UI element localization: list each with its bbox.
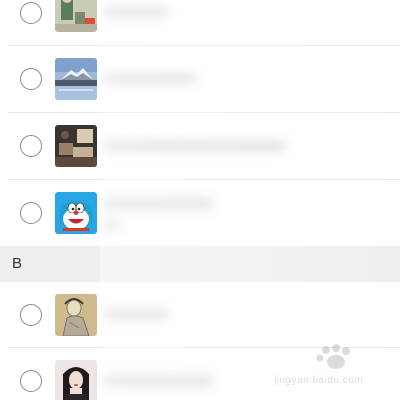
doraemon-avatar bbox=[55, 192, 97, 234]
select-radio[interactable] bbox=[20, 2, 42, 24]
section-letter: B bbox=[12, 255, 23, 272]
contact-name: ●●●●●●●●●●●● bbox=[104, 372, 213, 389]
sketch-girl-avatar bbox=[55, 294, 97, 336]
select-radio[interactable] bbox=[20, 370, 42, 392]
contact-row[interactable]: ●●●●●●●●●●●●●●●●●●●● bbox=[0, 113, 400, 180]
contact-row[interactable]: ●●●●●●●●●● bbox=[0, 46, 400, 113]
contact-row[interactable]: ●●●●●●●●●●●● ●● bbox=[0, 180, 400, 246]
mountain-lake-avatar bbox=[55, 58, 97, 100]
room-photo-avatar bbox=[55, 125, 97, 167]
dark-hair-girl-avatar bbox=[55, 360, 97, 400]
select-radio[interactable] bbox=[20, 135, 42, 157]
select-radio[interactable] bbox=[20, 304, 42, 326]
select-radio[interactable] bbox=[20, 202, 42, 224]
watermark: jingyan.baidu.com bbox=[274, 342, 374, 386]
watermark-text: jingyan.baidu.com bbox=[274, 375, 364, 386]
contact-name: ●●●●●●●●●● bbox=[104, 70, 195, 87]
contact-name-text: ●●●●●●●●●●●● bbox=[104, 195, 213, 212]
contact-name: ●●●●●●● bbox=[104, 3, 168, 20]
select-radio[interactable] bbox=[20, 68, 42, 90]
contact-row[interactable]: ●●●●●●● bbox=[0, 0, 400, 46]
contact-row[interactable]: ●●●●●●● bbox=[0, 282, 400, 348]
contact-name: ●●●●●●●●●●●● ●● bbox=[104, 192, 213, 232]
contact-name: ●●●●●●● bbox=[104, 306, 168, 323]
contact-name-subtext: ●● bbox=[104, 217, 120, 232]
contact-picker-screen: ●●●●●●● ●●●●●●●●●● ●●●●●●●●●●●●●●●●●●●● … bbox=[0, 0, 400, 400]
contact-name: ●●●●●●●●●●●●●●●●●●●● bbox=[104, 137, 286, 154]
section-header: B bbox=[0, 246, 400, 282]
cartoon-figure-avatar bbox=[55, 0, 97, 32]
